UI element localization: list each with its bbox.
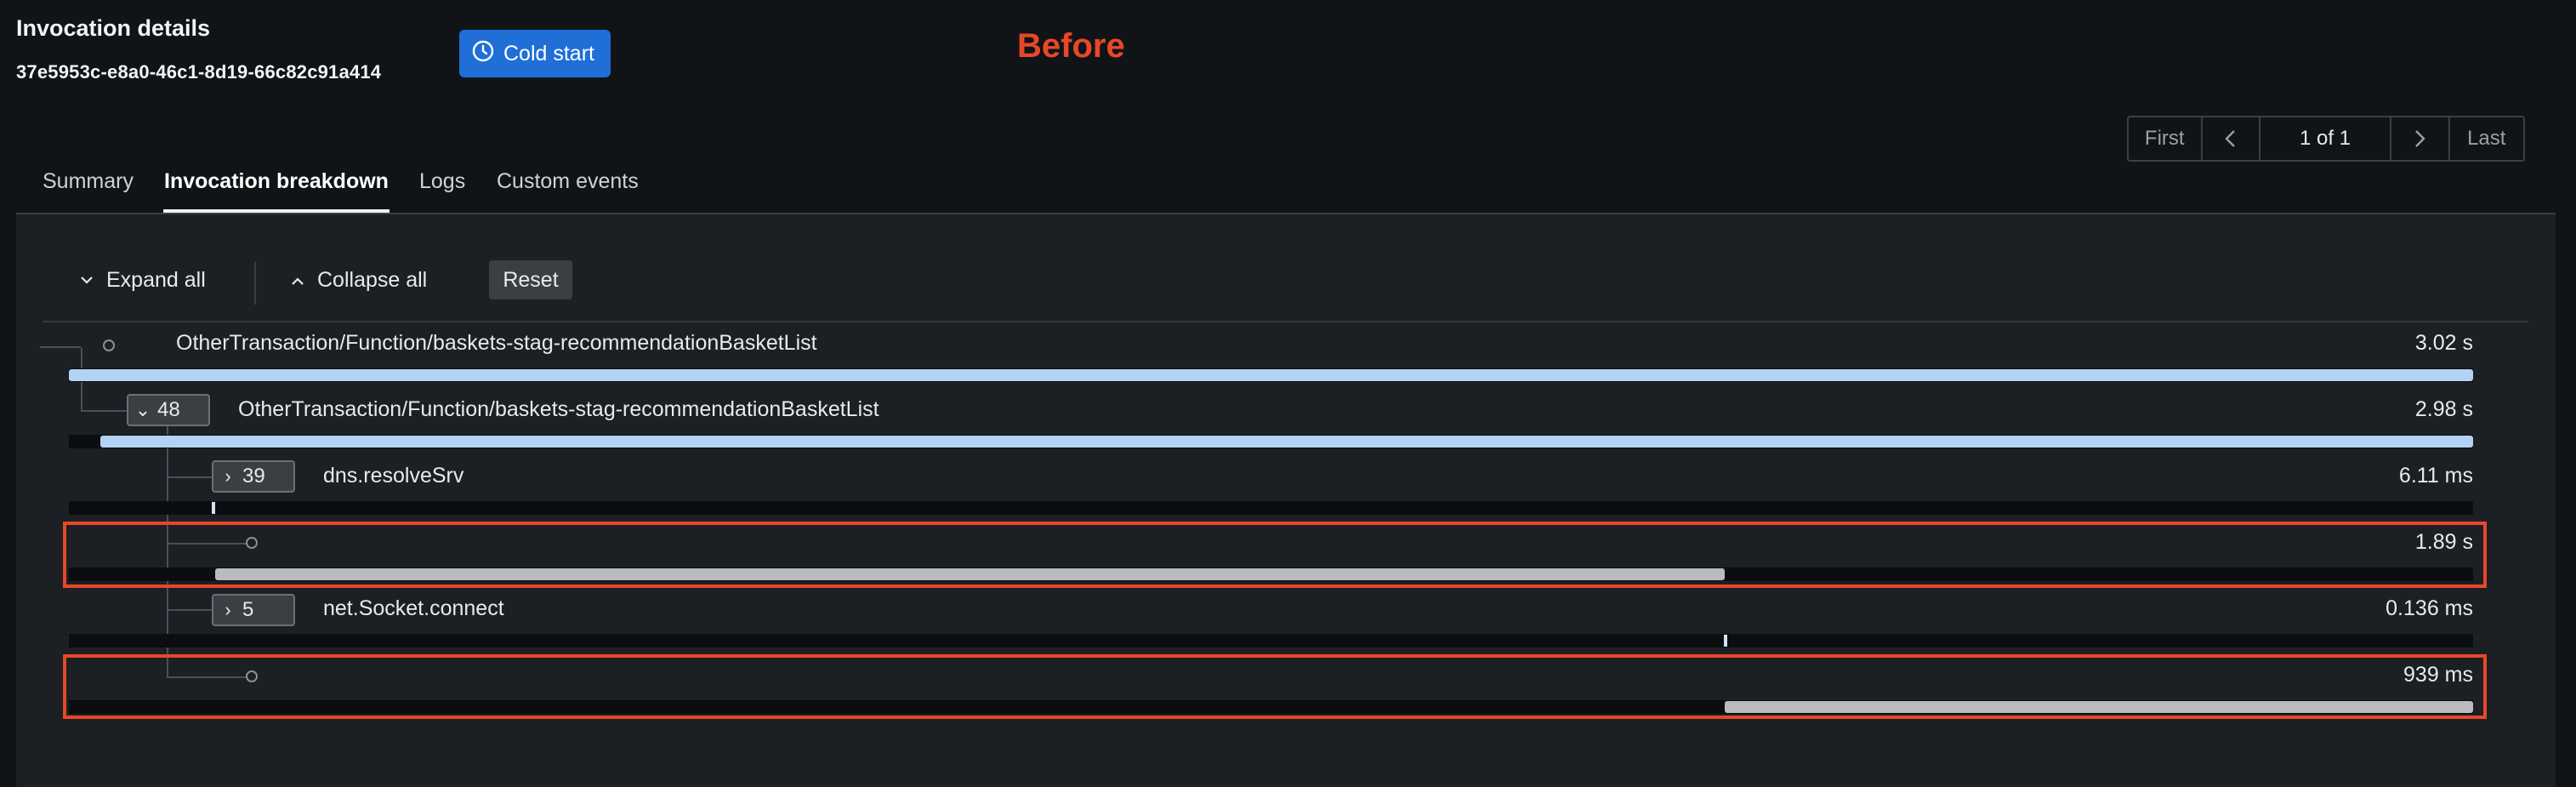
span-duration: 3.02 s <box>2414 331 2473 355</box>
expand-all-button[interactable]: Expand all <box>79 268 206 293</box>
chevron-right-icon <box>2415 130 2425 147</box>
span-node-icon <box>246 537 258 549</box>
span-node-icon <box>246 670 258 682</box>
tab-summary[interactable]: Summary <box>43 169 134 194</box>
child-count: 39 <box>242 465 265 488</box>
span-track <box>69 634 2473 647</box>
active-tab-indicator <box>163 209 390 213</box>
pagination: First 1 of 1 Last <box>2127 116 2525 162</box>
chevron-up-icon <box>292 277 304 285</box>
span-bar[interactable] <box>212 502 215 514</box>
chevron-right-icon: › <box>225 599 231 620</box>
collapse-all-label: Collapse all <box>317 268 428 292</box>
page-title: Invocation details <box>16 15 211 41</box>
span-bar[interactable] <box>1724 635 1727 647</box>
span-name[interactable]: OtherTransaction/Function/baskets-stag-r… <box>238 397 879 422</box>
tree-connector <box>167 476 213 478</box>
chevron-down-icon <box>81 276 93 284</box>
prev-page-button[interactable] <box>2203 117 2261 160</box>
span-duration: 2.98 s <box>2414 397 2473 421</box>
before-annotation: Before <box>1017 27 1125 65</box>
tree-connector <box>167 609 213 611</box>
child-count: 48 <box>157 398 180 421</box>
page-count: 1 of 1 <box>2260 117 2391 160</box>
span-duration: 6.11 ms <box>2398 464 2473 488</box>
clock-icon <box>471 39 495 69</box>
span-name[interactable]: dns.resolveSrv <box>323 464 463 488</box>
chevron-down-icon: ⌄ <box>134 399 151 420</box>
first-page-button[interactable]: First <box>2129 117 2203 160</box>
span-duration: 0.136 ms <box>2386 596 2473 620</box>
span-node-icon <box>103 339 115 351</box>
chevron-left-icon <box>2225 130 2235 147</box>
expand-all-label: Expand all <box>106 268 206 292</box>
span-name[interactable]: OtherTransaction/Function/baskets-stag-r… <box>176 331 817 356</box>
span-bar[interactable] <box>1725 701 2473 713</box>
reset-button[interactable]: Reset <box>489 260 572 299</box>
span-name[interactable]: net.Socket.connect <box>323 596 504 621</box>
next-page-button[interactable] <box>2391 117 2450 160</box>
span-bar[interactable] <box>69 369 2473 381</box>
chevron-right-icon: › <box>225 465 231 487</box>
tab-custom-events[interactable]: Custom events <box>497 169 639 194</box>
collapse-all-button[interactable]: Collapse all <box>290 268 427 293</box>
tab-logs[interactable]: Logs <box>419 169 465 194</box>
cold-start-button[interactable]: Cold start <box>459 30 611 77</box>
collapse-span-toggle[interactable]: ⌄ 48 <box>127 394 210 426</box>
last-page-button[interactable]: Last <box>2450 117 2523 160</box>
tree-connector <box>40 346 81 348</box>
expand-span-toggle[interactable]: › 5 <box>212 594 295 626</box>
expand-span-toggle[interactable]: › 39 <box>212 460 295 493</box>
span-bar[interactable] <box>100 436 2473 448</box>
span-bar[interactable] <box>215 568 1725 580</box>
child-count: 5 <box>242 598 254 621</box>
invocation-id: 37e5953c-e8a0-46c1-8d19-66c82c91a414 <box>16 61 382 83</box>
span-track <box>69 501 2473 515</box>
span-duration: 1.89 s <box>2414 530 2473 554</box>
span-duration: 939 ms <box>2403 663 2473 687</box>
cold-start-label: Cold start <box>503 41 594 66</box>
tree-connector <box>81 410 128 412</box>
toolbar-divider-line <box>43 321 2528 322</box>
toolbar-divider <box>254 262 256 305</box>
tab-invocation-breakdown[interactable]: Invocation breakdown <box>164 169 389 194</box>
